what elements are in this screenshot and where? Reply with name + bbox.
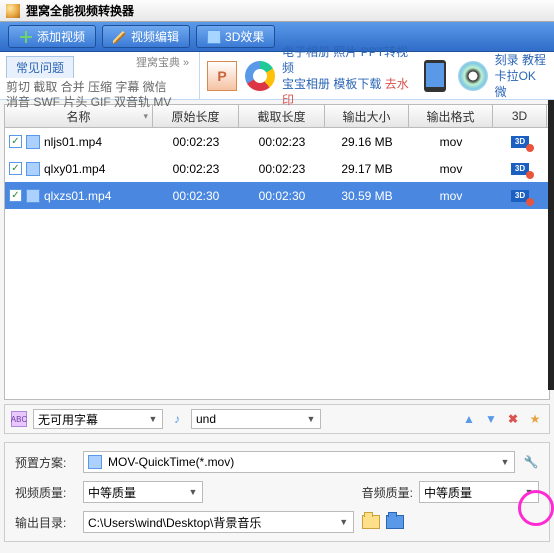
faq-block: 常见问题 剪切 截取 合并 压缩 字幕 微信 消音 SWF 片头 GIF 双音轨… (0, 52, 554, 100)
output-path-field[interactable]: C:\Users\wind\Desktop\背景音乐▼ (83, 511, 354, 533)
3d-effect-button[interactable]: 3D效果 (196, 25, 275, 48)
table-body: ✓nljs01.mp4 00:02:2300:02:2329.16 MBmov3… (4, 128, 550, 400)
edit-video-button[interactable]: 视频编辑 (102, 25, 190, 48)
phone-icon (419, 59, 451, 93)
audio-icon: ♪ (169, 411, 185, 427)
r2[interactable]: 教程 (522, 53, 546, 67)
video-quality-dropdown[interactable]: 中等质量▼ (83, 481, 203, 503)
subtitle-bar: ABC 无可用字幕▼ ♪ und▼ ▲ ▼ ✖ ★ (4, 404, 550, 434)
chevron-down-icon: ▼ (306, 414, 316, 424)
delete-icon[interactable]: ✖ (505, 411, 521, 427)
checkbox-icon[interactable]: ✓ (9, 162, 22, 175)
table-row[interactable]: ✓qlxy01.mp4 00:02:2300:02:2329.17 MBmov3… (5, 155, 549, 182)
reel-icon (244, 59, 276, 93)
plus-icon (19, 30, 33, 44)
3d-icon[interactable]: 3D (511, 163, 529, 175)
vq-label: 视频质量: (15, 484, 75, 501)
format-icon (88, 455, 102, 469)
r1[interactable]: 刻录 (495, 53, 519, 67)
audio-quality-dropdown[interactable]: 中等质量▼ (419, 481, 539, 503)
out-label: 输出目录: (15, 514, 75, 531)
subtitle-dropdown[interactable]: 无可用字幕▼ (33, 409, 163, 429)
video-icon (26, 162, 40, 176)
video-icon (26, 135, 40, 149)
r4[interactable]: 微 (495, 85, 507, 99)
checkbox-icon[interactable]: ✓ (9, 189, 22, 202)
main-toolbar: 添加视频 视频编辑 3D效果 (0, 22, 554, 52)
titlebar: 狸窝全能视频转换器 (0, 0, 554, 22)
r3[interactable]: 卡拉OK (495, 69, 536, 83)
table-row[interactable]: ✓qlxzs01.mp4 00:02:3000:02:3030.59 MBmov… (5, 182, 549, 209)
app-icon (6, 4, 20, 18)
chevron-down-icon: ▼ (339, 517, 349, 527)
preset-label: 预置方案: (15, 454, 75, 471)
language-dropdown[interactable]: und▼ (191, 409, 321, 429)
col-fmt[interactable]: 输出格式 (409, 105, 493, 127)
pencil-icon (113, 30, 127, 44)
up-icon[interactable]: ▲ (461, 411, 477, 427)
settings-panel: 预置方案: MOV-QuickTime(*.mov)▼ 🔧 视频质量: 中等质量… (4, 442, 550, 542)
checkbox-icon[interactable]: ✓ (9, 135, 22, 148)
col-name[interactable]: 名称▾ (5, 105, 153, 127)
chevron-down-icon: ▼ (524, 487, 534, 497)
open-folder-icon[interactable] (386, 515, 404, 529)
star-icon[interactable]: ★ (527, 411, 543, 427)
preset-dropdown[interactable]: MOV-QuickTime(*.mov)▼ (83, 451, 515, 473)
col-size[interactable]: 输出大小 (325, 105, 409, 127)
3d-icon[interactable]: 3D (511, 136, 529, 148)
faq-tab[interactable]: 常见问题 (6, 56, 74, 78)
down-icon[interactable]: ▼ (483, 411, 499, 427)
dvd-icon (457, 59, 489, 93)
chevron-down-icon: ▼ (500, 457, 510, 467)
table-row[interactable]: ✓nljs01.mp4 00:02:2300:02:2329.16 MBmov3… (5, 128, 549, 155)
video-icon (26, 189, 40, 203)
col-orig[interactable]: 原始长度 (153, 105, 239, 127)
3d-icon[interactable]: 3D (511, 190, 529, 202)
col-cut[interactable]: 截取长度 (239, 105, 325, 127)
sort-icon: ▾ (143, 111, 148, 122)
table-header: 名称▾ 原始长度 截取长度 输出大小 输出格式 3D (4, 104, 550, 128)
add-video-button[interactable]: 添加视频 (8, 25, 96, 48)
l5[interactable]: 模板下载 (333, 77, 381, 91)
cube-icon (207, 30, 221, 44)
chevron-down-icon: ▼ (148, 414, 158, 424)
l1[interactable]: 电子相册 (282, 45, 330, 59)
browse-folder-icon[interactable] (362, 515, 380, 529)
chevron-down-icon: ▼ (188, 487, 198, 497)
settings-icon[interactable]: 🔧 (523, 454, 539, 470)
faq-hint[interactable]: 狸窝宝典 » (136, 54, 199, 70)
app-title: 狸窝全能视频转换器 (26, 2, 134, 19)
subtitle-icon: ABC (11, 411, 27, 427)
ppt-icon: P (206, 59, 238, 93)
l4[interactable]: 宝宝相册 (282, 77, 330, 91)
side-crop (548, 100, 554, 390)
l2[interactable]: 照片 (333, 45, 357, 59)
col-3d[interactable]: 3D (493, 105, 547, 127)
aq-label: 音频质量: (362, 484, 413, 501)
